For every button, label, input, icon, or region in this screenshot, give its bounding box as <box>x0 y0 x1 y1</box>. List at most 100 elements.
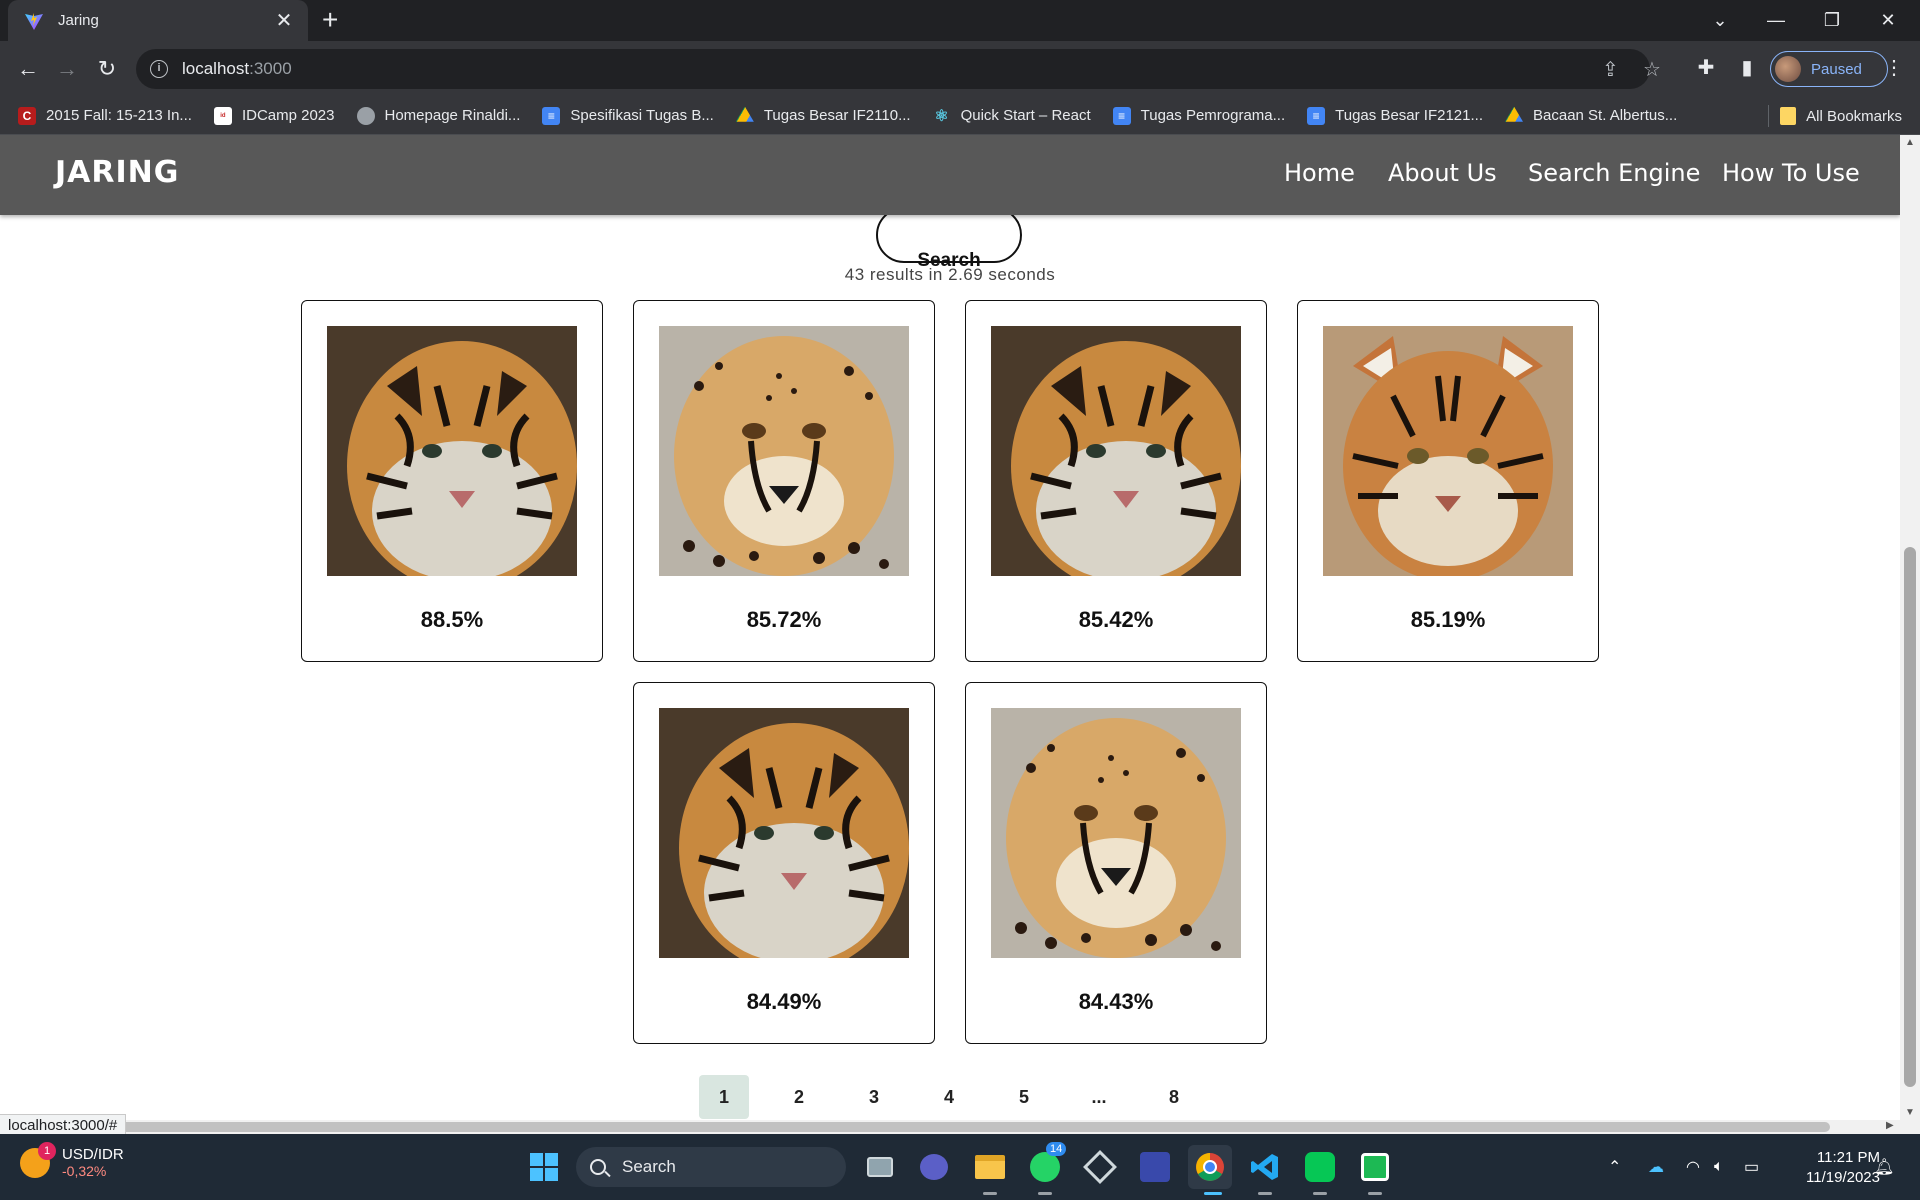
forward-icon[interactable]: → <box>53 55 81 83</box>
site-info-icon[interactable]: i <box>150 60 168 78</box>
url-port: :3000 <box>249 59 292 78</box>
whatsapp-icon[interactable]: 14 <box>1023 1142 1067 1189</box>
bookmark-item[interactable]: id IDCamp 2023 <box>213 106 335 125</box>
bookmark-item[interactable]: ≡ Spesifikasi Tugas B... <box>542 106 714 125</box>
whatsapp-badge: 14 <box>1046 1142 1067 1156</box>
site-brand[interactable]: JARING <box>55 155 179 190</box>
app-green-icon[interactable] <box>1353 1145 1397 1189</box>
url-host: localhost <box>182 59 250 78</box>
bookmark-label: 2015 Fall: 15-213 In... <box>46 107 192 124</box>
result-card[interactable]: 85.42% <box>965 300 1267 662</box>
extensions-icon[interactable]: ✚ <box>1692 55 1720 80</box>
result-card[interactable]: 85.72% <box>633 300 935 662</box>
wifi-icon[interactable]: ◠ <box>1686 1134 1700 1200</box>
page-button-4[interactable]: 4 <box>924 1075 974 1119</box>
page-button-2[interactable]: 2 <box>774 1075 824 1119</box>
menu-icon[interactable]: ⋮ <box>1880 55 1908 80</box>
bookmarks-divider <box>1768 105 1769 127</box>
bookmark-item[interactable]: Tugas Besar IF2110... <box>735 106 911 125</box>
result-card[interactable]: 84.49% <box>633 682 935 1044</box>
page-button-1[interactable]: 1 <box>699 1075 749 1119</box>
bookmark-item[interactable]: ≡ Tugas Besar IF2121... <box>1307 106 1483 125</box>
page-button-8[interactable]: 8 <box>1149 1075 1199 1119</box>
notification-icon[interactable]: 🔔︎ <box>1874 1134 1894 1200</box>
onedrive-icon[interactable]: ☁ <box>1648 1134 1664 1200</box>
vscode-icon[interactable] <box>1243 1145 1287 1189</box>
search-button[interactable]: Search <box>876 207 1022 271</box>
browser-tab[interactable]: Jaring ✕ <box>8 0 308 41</box>
nav-link-about-us[interactable]: About Us <box>1388 159 1497 187</box>
running-indicator <box>1038 1192 1052 1195</box>
tray-overflow-icon[interactable]: ⌃ <box>1608 1134 1621 1200</box>
horizontal-scroll-thumb[interactable] <box>120 1122 1830 1132</box>
clock-time: 11:21 PM <box>1816 1149 1880 1166</box>
nav-link-how-to-use[interactable]: How To Use <box>1722 159 1860 187</box>
nav-link-home[interactable]: Home <box>1284 159 1355 187</box>
react-icon: ⚛ <box>934 107 949 125</box>
file-explorer-icon[interactable] <box>968 1145 1012 1189</box>
widget-icon: 1 <box>20 1141 56 1178</box>
bookmark-item[interactable]: Bacaan St. Albertus... <box>1505 106 1677 125</box>
volume-icon[interactable]: 🔈︎ <box>1714 1134 1724 1200</box>
bookmark-star-icon[interactable]: ☆ <box>1643 49 1661 89</box>
scroll-down-icon[interactable]: ▼ <box>1900 1107 1920 1118</box>
reload-icon[interactable]: ↻ <box>93 55 121 83</box>
running-indicator <box>983 1192 997 1195</box>
site-navbar: JARING Home About Us Search Engine How T… <box>0 135 1900 215</box>
bookmark-item[interactable]: ≡ Tugas Pemrograma... <box>1112 106 1286 125</box>
close-tab-icon[interactable]: ✕ <box>272 8 296 33</box>
vertical-scrollbar[interactable]: ▲ ▼ <box>1900 135 1920 1120</box>
similarity-score: 85.42% <box>1078 607 1154 632</box>
system-clock[interactable]: 11:21 PM 11/19/2023 <box>1780 1148 1880 1188</box>
tiger-photo <box>659 708 909 958</box>
tab-search-icon[interactable]: ⌄ <box>1692 0 1748 41</box>
globe-icon <box>356 106 375 125</box>
drive-icon <box>735 106 754 122</box>
chrome-icon[interactable] <box>1188 1145 1232 1189</box>
share-icon[interactable]: ⇪ <box>1602 49 1619 89</box>
close-window-icon[interactable]: ✕ <box>1860 0 1916 41</box>
taskbar-search[interactable]: Search <box>576 1147 846 1187</box>
bookmark-label: Tugas Pemrograma... <box>1140 107 1286 124</box>
minimize-icon[interactable]: — <box>1748 0 1804 41</box>
chat-icon[interactable] <box>912 1145 956 1189</box>
scroll-right-icon[interactable]: ▶ <box>1886 1120 1894 1131</box>
page-button-5[interactable]: 5 <box>999 1075 1049 1119</box>
task-view-icon[interactable] <box>858 1145 902 1189</box>
new-tab-icon[interactable]: + <box>322 6 338 34</box>
address-bar[interactable]: i localhost:3000 ⇪ ☆ <box>136 49 1661 89</box>
stock-widget[interactable]: 1 USD/IDR -0,32% <box>20 1141 124 1179</box>
start-icon[interactable] <box>522 1145 566 1189</box>
search-icon <box>590 1159 606 1175</box>
scroll-up-icon[interactable]: ▲ <box>1900 137 1920 148</box>
restore-icon[interactable]: ❐ <box>1804 0 1860 41</box>
similarity-score: 84.43% <box>1078 989 1154 1014</box>
bookmark-item[interactable]: ⚛ Quick Start – React <box>933 107 1091 125</box>
idcamp-icon: id <box>213 106 232 125</box>
result-card[interactable]: 84.43% <box>965 682 1267 1044</box>
result-card[interactable]: 88.5% <box>301 300 603 662</box>
all-bookmarks-button[interactable]: All Bookmarks <box>1780 97 1902 135</box>
similarity-score: 85.19% <box>1410 607 1486 632</box>
line-icon[interactable] <box>1298 1145 1342 1189</box>
bookmark-item[interactable]: C 2015 Fall: 15-213 In... <box>18 106 192 125</box>
horizontal-scrollbar[interactable]: ▶ <box>0 1120 1920 1134</box>
drive-icon <box>1505 106 1523 122</box>
side-panel-icon[interactable]: ▮ <box>1733 55 1761 80</box>
cmu-icon: C <box>18 106 36 125</box>
docs-icon: ≡ <box>542 106 561 125</box>
unity-icon[interactable] <box>1078 1145 1122 1189</box>
nav-link-search-engine[interactable]: Search Engine <box>1528 159 1700 187</box>
page-button-3[interactable]: 3 <box>849 1075 899 1119</box>
result-card[interactable]: 85.19% <box>1297 300 1599 662</box>
back-icon[interactable]: ← <box>14 55 42 83</box>
bookmark-item[interactable]: Homepage Rinaldi... <box>356 106 520 125</box>
profile-button[interactable]: Paused <box>1770 51 1888 87</box>
battery-icon[interactable]: ▭ <box>1744 1134 1759 1200</box>
running-indicator <box>1258 1192 1272 1195</box>
bookmark-label: Quick Start – React <box>960 107 1091 124</box>
similarity-score: 85.72% <box>746 607 822 632</box>
vertical-scroll-thumb[interactable] <box>1904 547 1916 1087</box>
app-icon[interactable] <box>1133 1145 1177 1189</box>
ticker-change: -0,32% <box>62 1163 107 1179</box>
